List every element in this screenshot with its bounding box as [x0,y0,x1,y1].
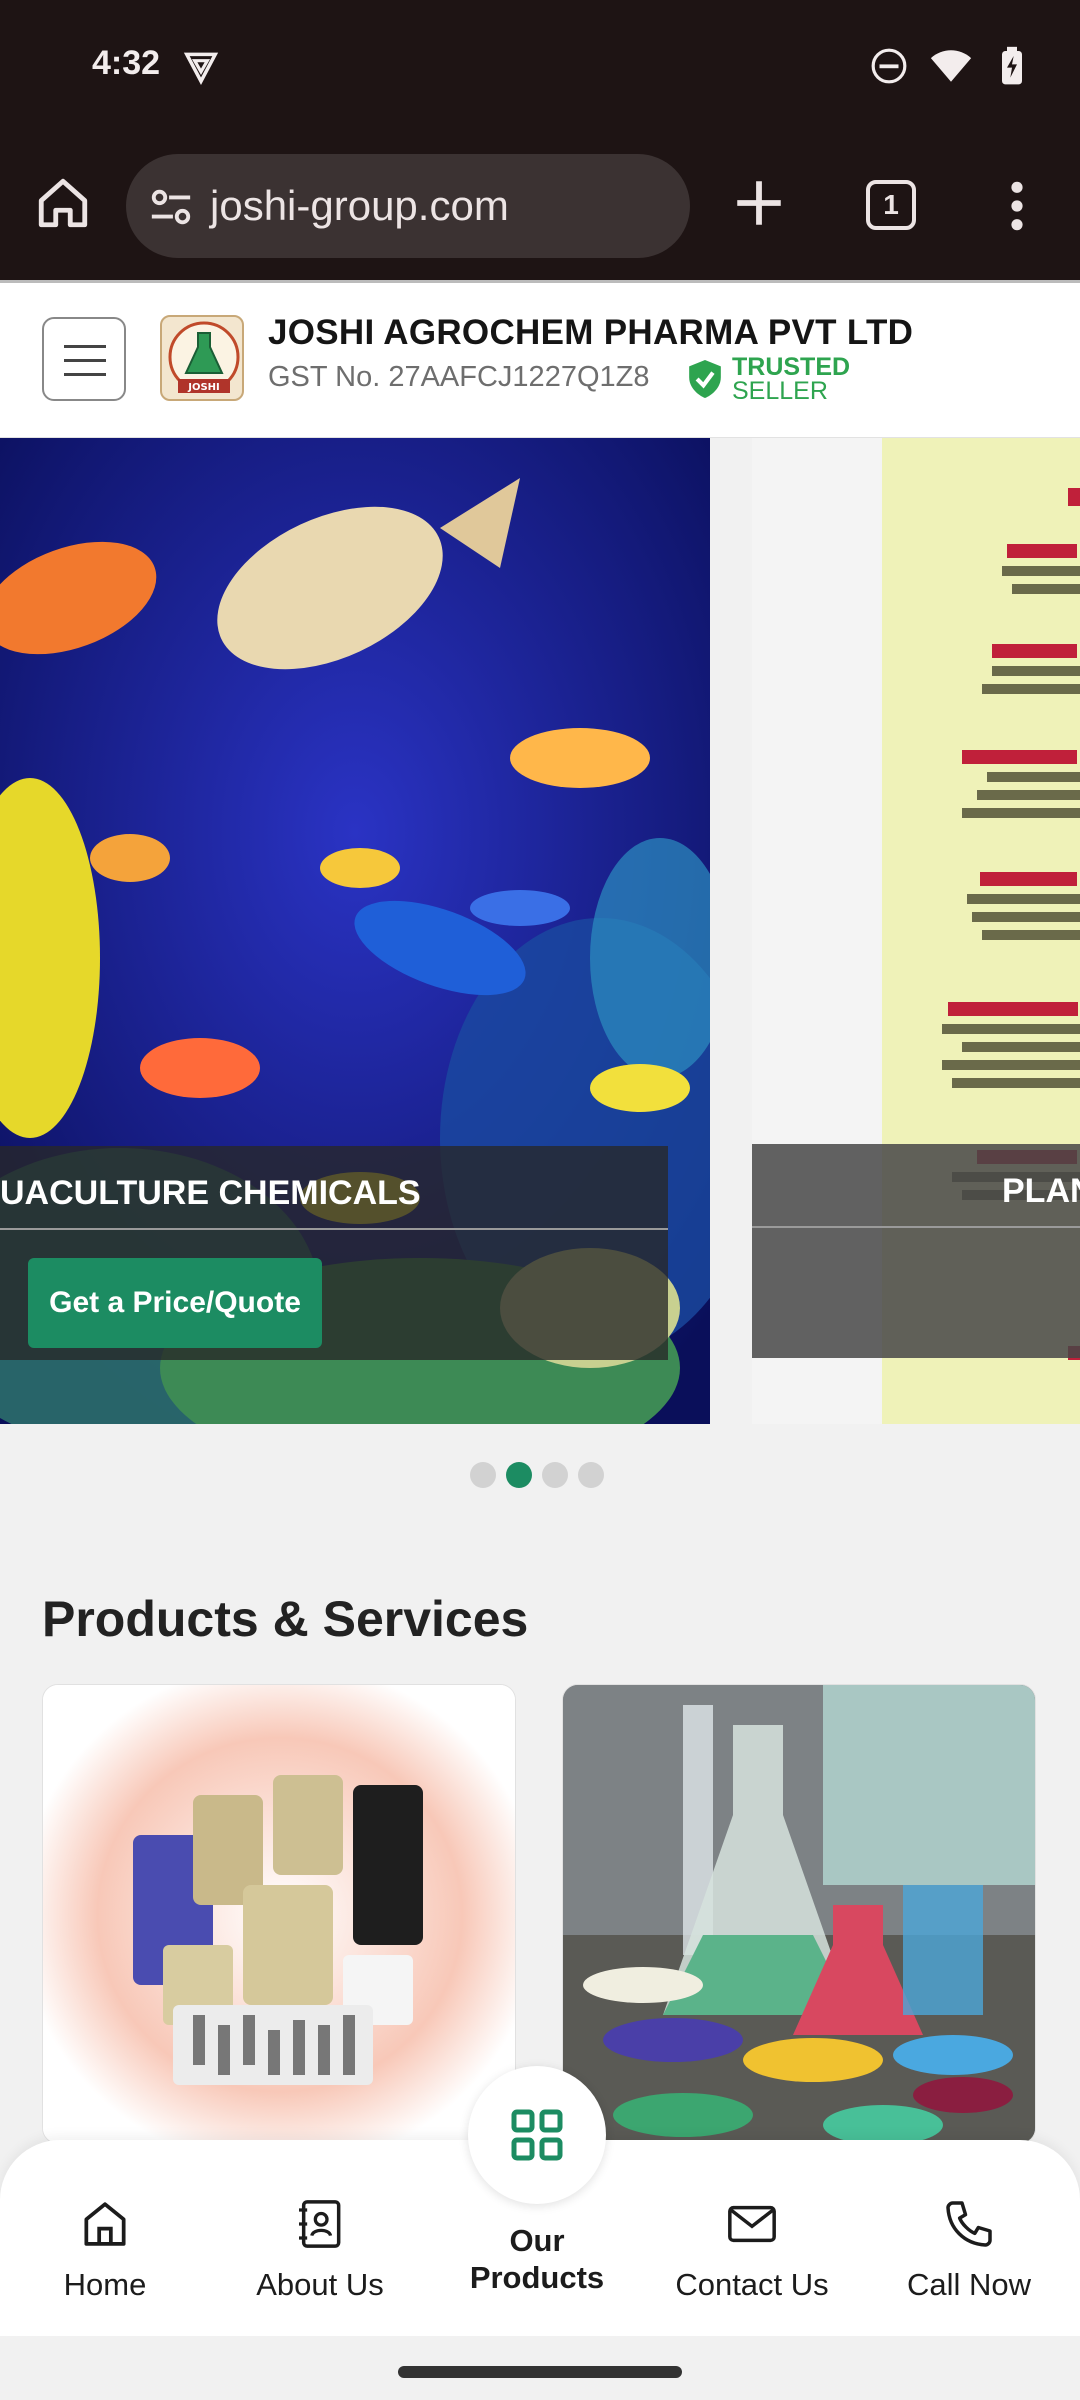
trusted-seller-badge: TRUSTED SELLER [686,353,851,405]
company-name: JOSHI AGROCHEM PHARMA PVT LTD [268,313,914,352]
nav-products-button[interactable] [468,2066,606,2204]
status-bar: 4:32 [0,0,1080,138]
slide-aquaculture[interactable]: UACULTURE CHEMICALS Get a Price/Quote [0,438,710,1424]
hero-carousel[interactable]: UACULTURE CHEMICALS Get a Price/Quote PL… [0,438,1080,1424]
site-header: JOSHI JOSHI AGROCHEM PHARMA PVT LTD GST … [0,280,1080,438]
carousel-indicators [470,1462,604,1488]
svg-text:JOSHI: JOSHI [187,382,220,393]
nav-products-label-line1: Our [509,2223,565,2258]
company-logo[interactable]: JOSHI [160,315,244,401]
product-card-lab-glassware[interactable] [562,1684,1036,2144]
products-section-title: Products & Services [42,1591,529,1647]
do-not-disturb-icon [871,48,907,84]
nav-products-label-line2: Products [469,2260,605,2295]
chemical-drums-image [43,1685,515,2143]
more-menu-icon[interactable] [1002,178,1032,234]
gst-number: GST No. 27AAFCJ1227Q1Z8 [268,361,650,393]
url-text: joshi-group.com [210,182,509,229]
nav-home[interactable]: Home [5,2196,205,2303]
slide-title: UACULTURE CHEMICALS [0,1174,421,1212]
carousel-dot-2[interactable] [506,1462,532,1488]
home-gesture-bar[interactable] [398,2366,682,2378]
nav-about-label: About Us [256,2267,384,2302]
nav-home-label: Home [63,2267,147,2302]
battery-icon [1002,46,1022,85]
phone-icon [946,2201,992,2247]
browser-home-icon[interactable] [34,174,92,232]
new-tab-icon[interactable] [730,174,788,232]
carousel-dot-3[interactable] [542,1462,568,1488]
nav-contact[interactable]: Contact Us [652,2196,852,2303]
product-card-chemicals[interactable] [42,1684,516,2144]
carousel-dot-4[interactable] [578,1462,604,1488]
tab-switcher-button[interactable]: 1 [866,180,916,230]
status-time: 4:32 [92,44,161,82]
nav-contact-label: Contact Us [675,2267,829,2302]
nav-call-label: Call Now [906,2267,1032,2302]
site-settings-icon[interactable] [148,184,194,230]
nav-call[interactable]: Call Now [869,2196,1069,2303]
flask-logo-icon: JOSHI [168,321,240,393]
trusted-label: TRUSTED [732,353,851,381]
gesture-navigation-area [0,2336,1080,2400]
browser-toolbar: joshi-group.com 1 [0,138,1080,280]
contact-book-icon [299,2200,341,2248]
lab-glassware-image [563,1685,1035,2143]
shield-check-icon [689,360,721,398]
mail-icon [728,2205,776,2243]
wifi-icon [930,50,972,82]
address-bar[interactable]: joshi-group.com [126,154,690,258]
get-quote-button[interactable]: Get a Price/Quote [28,1258,322,1348]
caption-divider-2 [752,1226,1080,1228]
vpn-icon [183,52,219,85]
seller-label: SELLER [732,377,828,405]
slide-caption-2: PLAN [752,1144,1080,1358]
grid-icon [511,2109,563,2161]
slide-caption: UACULTURE CHEMICALS Get a Price/Quote [0,1146,668,1360]
home-icon [84,2202,126,2246]
carousel-dot-1[interactable] [470,1462,496,1488]
slide-title-2: PLAN [1002,1172,1080,1210]
nav-products-label[interactable]: Our Products [437,2222,637,2296]
hamburger-menu-button[interactable] [42,317,126,401]
nav-about[interactable]: About Us [220,2196,420,2303]
caption-divider [0,1228,668,1230]
